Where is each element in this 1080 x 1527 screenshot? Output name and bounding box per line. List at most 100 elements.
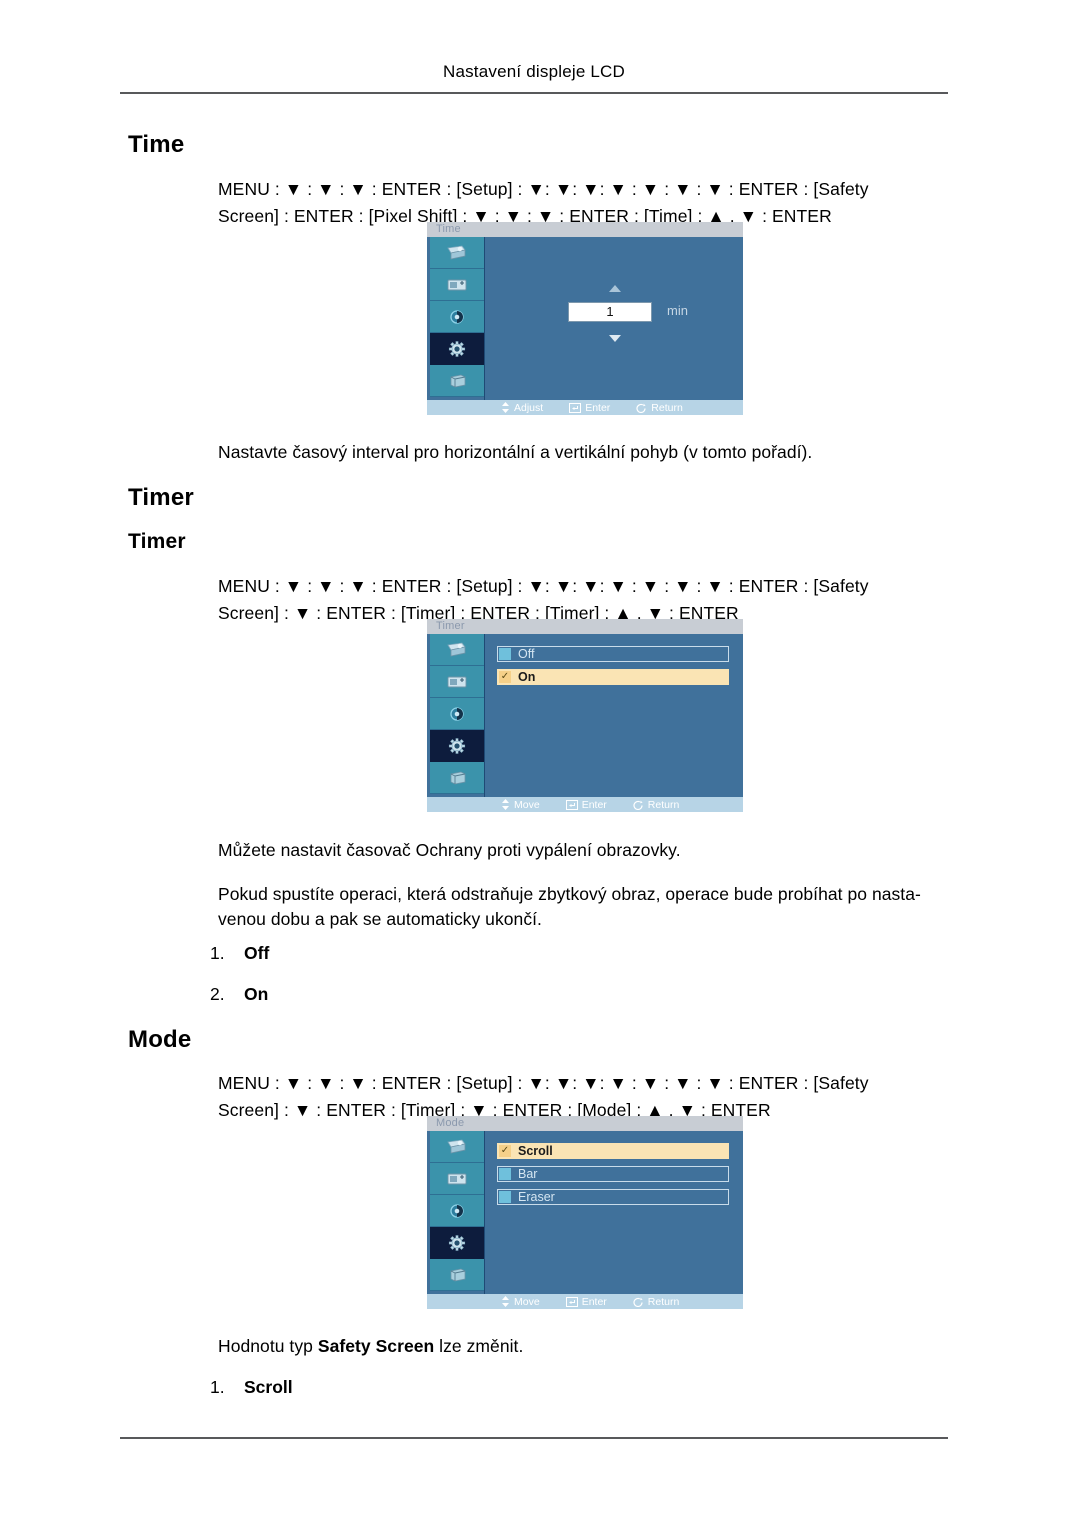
picture-icon [447,642,466,656]
option-label: Scroll [518,1144,553,1158]
list-item-mode-1: 1. Scroll [210,1377,293,1398]
sound-icon [450,1203,464,1218]
footer-adjust: Adjust [501,402,543,414]
sidebar-item-picture[interactable] [430,237,484,269]
osd-content-timer: Off ✓ On [485,634,743,797]
option-row-eraser[interactable]: Eraser [497,1189,729,1205]
option-label: On [518,670,536,684]
osd-title-label-timer: Timer [436,620,465,632]
section-subheading-timer: Timer [128,530,186,553]
screen-adjust-icon [447,676,467,687]
spinner-value[interactable]: 1 [568,302,652,322]
footer-return: Return [636,402,683,414]
sound-icon [450,706,464,721]
sidebar-item-sound[interactable] [430,1195,484,1227]
footer-move: Move [501,799,540,811]
option-label: Eraser [518,1190,555,1204]
updown-arrow-icon [502,799,509,810]
osd-title-bar-mode: Mode [427,1116,743,1131]
footer-adjust-label: Adjust [514,401,544,414]
list-value: Off [244,943,270,963]
osd-sidebar-mode [430,1131,485,1294]
sidebar-item-picture[interactable] [430,634,484,666]
sidebar-item-screen-adjust[interactable] [430,666,484,698]
multi-control-icon [450,374,466,387]
list-value: Scroll [244,1377,293,1397]
sidebar-item-multi-control[interactable] [430,1259,484,1291]
return-arrow-icon [636,403,646,413]
footer-move: Move [501,1296,540,1308]
menu-path-mode-line1: MENU : ▼ : ▼ : ▼ : ENTER : [Setup] : ▼: … [218,1073,869,1093]
updown-arrow-icon [502,1296,509,1307]
footer-return-label: Return [651,401,683,414]
footer-enter: Enter [569,402,610,414]
footer-enter: Enter [565,799,607,811]
caption-timer-2: Pokud spustíte operaci, která odstraňuje… [218,884,921,929]
header-rule [120,92,948,94]
osd-footer-time: Adjust Enter Return [427,400,743,415]
section-heading-mode: Mode [128,1026,192,1053]
enter-key-icon [565,1296,578,1307]
picture-icon [447,1139,466,1153]
timer-option-list: Off ✓ On [497,646,729,692]
running-head: Nastavení displeje LCD [442,62,626,81]
screen-adjust-icon [447,1173,467,1184]
caption-mode: Hodnotu typ Safety Screen lze změnit. [218,1334,958,1359]
osd-content-mode: ✓ Scroll Bar Eraser [485,1131,743,1294]
osd-panel-mode: Mode ✓ Scroll Bar Eraser Move Enter Retu… [427,1116,743,1309]
footer-enter: Enter [565,1296,607,1308]
enter-key-icon [565,799,578,810]
osd-sidebar-time [430,237,485,400]
screen-adjust-icon [447,279,467,290]
sidebar-item-multi-control[interactable] [430,365,484,397]
list-number: 1. [210,943,225,963]
footer-enter-label: Enter [585,401,611,414]
sidebar-item-setup[interactable] [430,730,484,762]
osd-title-bar-timer: Timer [427,619,743,634]
sidebar-item-screen-adjust[interactable] [430,1163,484,1195]
option-row-bar[interactable]: Bar [497,1166,729,1182]
osd-body-time: 1 min [427,237,743,400]
sound-icon [450,309,464,324]
footer-return-label: Return [647,1295,680,1308]
sidebar-item-setup[interactable] [430,333,484,365]
multi-control-icon [450,1268,466,1281]
mode-option-list: ✓ Scroll Bar Eraser [497,1143,729,1212]
sidebar-item-setup[interactable] [430,1227,484,1259]
time-spinner[interactable]: 1 min [563,285,703,347]
sidebar-item-picture[interactable] [430,1131,484,1163]
check-icon: ✓ [499,1145,511,1157]
sidebar-item-screen-adjust[interactable] [430,269,484,301]
footer-return: Return [633,1295,680,1308]
sidebar-item-sound[interactable] [430,301,484,333]
caption-mode-pre: Hodnotu typ [218,1336,318,1356]
spinner-unit-label: min [667,303,688,318]
option-marker-icon [499,648,511,660]
section-heading-timer: Timer [128,484,194,511]
list-number: 2. [210,984,225,1004]
caption-timer-1: Můžete nastavit časovač Ochrany proti vy… [218,840,681,860]
return-arrow-icon [633,1297,643,1307]
osd-footer-mode: Move Enter Return [427,1294,743,1309]
option-row-on[interactable]: ✓ On [497,669,729,685]
sidebar-item-sound[interactable] [430,698,484,730]
osd-panel-timer: Timer Off ✓ On Move Enter Return [427,619,743,812]
list-item-timer-1: 1. Off [210,943,269,964]
osd-footer-timer: Move Enter Return [427,797,743,812]
list-value: On [244,984,269,1004]
multi-control-icon [450,771,466,784]
footer-return-label: Return [647,798,680,811]
sidebar-item-multi-control[interactable] [430,762,484,794]
spinner-up-arrow-icon[interactable] [609,285,621,292]
caption-mode-post: lze změnit. [434,1336,524,1356]
osd-sidebar-timer [430,634,485,797]
list-item-timer-2: 2. On [210,984,268,1005]
list-number: 1. [210,1377,225,1397]
return-arrow-icon [633,800,643,810]
option-row-scroll[interactable]: ✓ Scroll [497,1143,729,1159]
footer-move-label: Move [514,1295,540,1308]
menu-path-timer-line1: MENU : ▼ : ▼ : ▼ : ENTER : [Setup] : ▼: … [218,576,869,596]
spinner-down-arrow-icon[interactable] [609,335,621,342]
option-row-off[interactable]: Off [497,646,729,662]
picture-icon [447,245,466,259]
